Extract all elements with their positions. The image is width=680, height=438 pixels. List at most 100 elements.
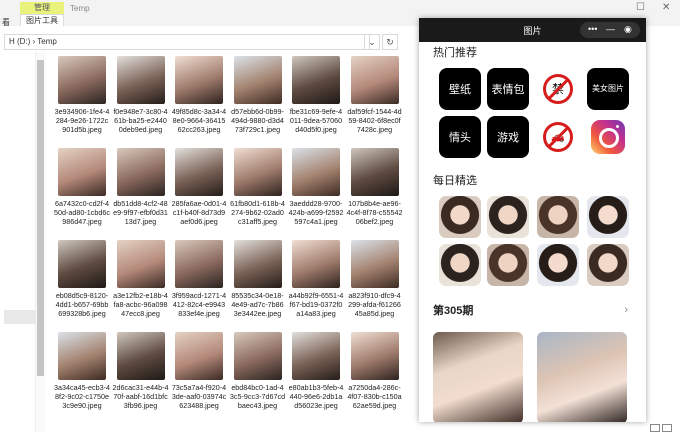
category-label: 美女图片 bbox=[592, 84, 624, 93]
file-item[interactable]: 6a7432c0-cd2f-450d-ad80-1cbd6c986d47.jpe… bbox=[54, 148, 110, 226]
file-item[interactable]: 49f85d8c-3a34-48e0-9664-3641562cc263.jpe… bbox=[171, 56, 227, 134]
file-name: e80ab1b3-5feb-4440-96e6-2db1ad56023e.jpe… bbox=[288, 383, 344, 410]
popup-header: 图片 ••• — ◉ bbox=[419, 18, 646, 42]
file-name: 3f959acd-1271-4412-82c4-e9943833ef4e.jpe… bbox=[171, 291, 227, 318]
file-name: 61fb80d1-618b-4274-9b62-02ad0c31aff5.jpe… bbox=[230, 199, 285, 226]
file-item[interactable]: 3a34ca45-ecb3-48f2-9c02-c1750e3c9e90.jpe… bbox=[54, 332, 110, 410]
featured-photo-2[interactable] bbox=[537, 332, 627, 422]
forbidden-icon: 禁 bbox=[543, 74, 573, 104]
more-arrow-icon[interactable]: › bbox=[624, 304, 628, 316]
daily-avatar[interactable] bbox=[439, 244, 481, 286]
file-item[interactable]: a7250da4-286c-4f07-830b-c150a62ae59d.jpe… bbox=[347, 332, 403, 410]
file-item[interactable]: a44b92f9-6551-4f67-bd19-0372f0a14a83.jpe… bbox=[288, 240, 344, 318]
daily-avatar[interactable] bbox=[487, 196, 529, 238]
file-item[interactable]: ebd84bc0-1ad-43c5-9cc3-7d67cdbaec43.jpeg bbox=[230, 332, 286, 410]
file-name: 3aeddd28-9700-424b-a699-f2592597c4a1.jpe… bbox=[288, 199, 344, 226]
category-tile[interactable]: 美女图片 bbox=[587, 68, 629, 110]
file-item[interactable]: 61fb80d1-618b-4274-9b62-02ad0c31aff5.jpe… bbox=[230, 148, 286, 226]
file-name: 73c5a7a4-f920-43de-aaf0-03974c623488.jpe… bbox=[171, 383, 227, 410]
daily-section-title: 每日精选 bbox=[433, 175, 477, 187]
file-item[interactable]: 3e934906-1fe4-4284-9e26-1722c901d5b.jpeg bbox=[54, 56, 110, 134]
no-car-icon: 🚗 bbox=[543, 122, 573, 152]
more-icon[interactable]: ••• bbox=[588, 24, 597, 34]
dropdown-icon[interactable]: ⌄ bbox=[364, 34, 380, 50]
refresh-icon[interactable]: ↻ bbox=[382, 34, 398, 50]
file-item[interactable]: a823f910-dfc9-4299-afda-f6126645a85d.jpe… bbox=[347, 240, 403, 318]
file-thumbnail bbox=[116, 332, 165, 380]
file-item[interactable]: 107b8b4e-ae96-4c4f-8f78-c5554206bef2.jpe… bbox=[347, 148, 403, 226]
popup-controls: ••• — ◉ bbox=[580, 22, 640, 38]
file-item[interactable]: 2d6cac31-e44b-470f-aabf-16d1bfc3fb96.jpe… bbox=[113, 332, 169, 410]
daily-avatar[interactable] bbox=[587, 244, 629, 286]
file-thumbnail bbox=[116, 240, 165, 288]
no-car-tile[interactable]: 🚗 bbox=[537, 116, 579, 158]
file-item[interactable]: 73c5a7a4-f920-43de-aaf0-03974c623488.jpe… bbox=[171, 332, 227, 410]
file-name: d57ebb6d-0b99-494d-9880-d3d473f729c1.jpe… bbox=[231, 107, 284, 134]
file-name: f0e948e7-3c80-461b-ba25-e24400deb9ed.jpe… bbox=[113, 107, 168, 134]
file-item[interactable]: 85535c34-0e18-4e49-ad7c-7b863e3442ee.jpe… bbox=[230, 240, 286, 318]
featured-photo-1[interactable] bbox=[433, 332, 523, 422]
issue-title: 第305期 bbox=[433, 305, 474, 317]
file-thumbnail bbox=[58, 56, 106, 104]
file-item[interactable]: f0e948e7-3c80-461b-ba25-e24400deb9ed.jpe… bbox=[113, 56, 169, 134]
file-thumbnail bbox=[116, 56, 165, 104]
large-icons-view-icon[interactable] bbox=[662, 424, 672, 432]
minimize-icon[interactable]: — bbox=[606, 24, 615, 34]
file-name: a3e12fb2-e18b-4fa8-acbc-96a09847ecc8.jpe… bbox=[113, 291, 168, 318]
file-item[interactable]: daf59fcf-1544-4d59-8402-6f8ec0f7428c.jpe… bbox=[347, 56, 403, 134]
daily-avatar[interactable] bbox=[487, 244, 529, 286]
close-icon[interactable]: ✕ bbox=[662, 2, 670, 13]
tab-view[interactable]: 看 bbox=[2, 17, 10, 28]
daily-avatar[interactable] bbox=[537, 196, 579, 238]
file-thumbnail bbox=[116, 148, 165, 196]
hot-section-title: 热门推荐 bbox=[433, 47, 477, 59]
address-bar[interactable]: H (D:) › Temp bbox=[4, 34, 370, 50]
file-item[interactable]: fbe31c69-9efe-4011-9dea-57060d40d5f0.jpe… bbox=[288, 56, 344, 134]
file-thumbnail bbox=[58, 240, 106, 288]
file-item[interactable]: eb08d5c9-8120-4dd1-b657-69bb699328b6.jpe… bbox=[54, 240, 110, 318]
file-thumbnail bbox=[175, 240, 223, 288]
category-tile[interactable]: 情头 bbox=[439, 116, 481, 158]
instagram-icon bbox=[591, 120, 625, 154]
category-label: 情头 bbox=[449, 132, 471, 144]
maximize-icon[interactable]: ☐ bbox=[636, 2, 645, 13]
category-tile[interactable]: 表情包 bbox=[487, 68, 529, 110]
picture-popup: 图片 ••• — ◉ 热门推荐 壁纸 表情包 禁 美女图片情头 游戏 🚗 每日精选 第30… bbox=[419, 18, 646, 422]
tab-picture-tools[interactable]: 图片工具 bbox=[20, 14, 64, 26]
file-item[interactable]: db51dd8-4cf2-48e9-9f97-efbf0d3113d7.jpeg bbox=[113, 148, 169, 226]
daily-avatar[interactable] bbox=[439, 196, 481, 238]
nav-selected-item[interactable] bbox=[4, 310, 36, 324]
close-circle-icon[interactable]: ◉ bbox=[624, 24, 632, 35]
details-view-icon[interactable] bbox=[650, 424, 660, 432]
file-thumbnail bbox=[233, 56, 282, 104]
file-name: 3a34ca45-ecb3-48f2-9c02-c1750e3c9e90.jpe… bbox=[54, 383, 110, 410]
file-name: 107b8b4e-ae96-4c4f-8f78-c5554206bef2.jpe… bbox=[346, 199, 403, 226]
view-toggle[interactable] bbox=[648, 424, 672, 434]
file-name: 285fa6ae-0d01-4c1f-b40f-8d73d9aef0d6.jpe… bbox=[171, 199, 227, 226]
file-thumbnail bbox=[350, 332, 399, 380]
category-label: 表情包 bbox=[491, 84, 525, 96]
file-thumbnail bbox=[233, 148, 282, 196]
file-thumbnail bbox=[292, 56, 340, 104]
file-thumbnail bbox=[58, 148, 106, 196]
file-thumbnail bbox=[58, 332, 106, 380]
file-item[interactable]: 3aeddd28-9700-424b-a699-f2592597c4a1.jpe… bbox=[288, 148, 344, 226]
instagram-tile[interactable] bbox=[587, 116, 629, 158]
category-tile[interactable]: 游戏 bbox=[487, 116, 529, 158]
category-tile[interactable]: 壁纸 bbox=[439, 68, 481, 110]
file-item[interactable]: 3f959acd-1271-4412-82c4-e9943833ef4e.jpe… bbox=[171, 240, 227, 318]
file-name: 6a7432c0-cd2f-450d-ad80-1cbd6c986d47.jpe… bbox=[54, 199, 110, 226]
forbidden-tile[interactable]: 禁 bbox=[537, 68, 579, 110]
file-item[interactable]: 285fa6ae-0d01-4c1f-b40f-8d73d9aef0d6.jpe… bbox=[171, 148, 227, 226]
file-item[interactable]: a3e12fb2-e18b-4fa8-acbc-96a09847ecc8.jpe… bbox=[113, 240, 169, 318]
file-item[interactable]: d57ebb6d-0b99-494d-9880-d3d473f729c1.jpe… bbox=[230, 56, 286, 134]
tab-manage[interactable]: 管理 bbox=[20, 2, 64, 14]
navigation-pane bbox=[0, 52, 36, 432]
file-item[interactable]: e80ab1b3-5feb-4440-96e6-2db1ad56023e.jpe… bbox=[288, 332, 344, 410]
daily-avatar[interactable] bbox=[537, 244, 579, 286]
file-name: 85535c34-0e18-4e49-ad7c-7b863e3442ee.jpe… bbox=[231, 291, 284, 318]
scrollbar-thumb[interactable] bbox=[37, 60, 44, 376]
daily-avatar[interactable] bbox=[587, 196, 629, 238]
window-title: Temp bbox=[70, 4, 90, 13]
category-label: 壁纸 bbox=[449, 84, 471, 96]
